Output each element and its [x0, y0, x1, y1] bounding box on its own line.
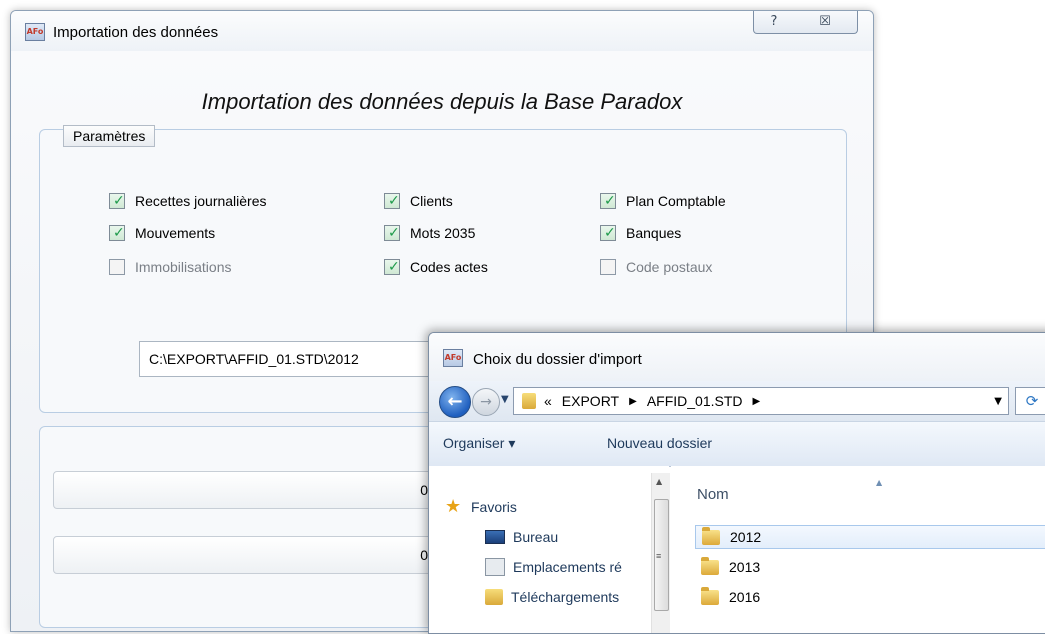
folder-name: 2016 — [729, 589, 761, 605]
command-bar: Organiser ▾ Nouveau dossier — [429, 421, 1045, 467]
close-button[interactable]: ☒ — [793, 11, 858, 34]
scroll-up-icon[interactable]: ▲ — [656, 477, 662, 486]
breadcrumb: « EXPORT ▶ AFFID_01.STD ▶ — [544, 393, 760, 410]
checkbox-label: Banques — [626, 225, 682, 241]
folder-icon — [701, 586, 719, 605]
checkmark-icon: ✓ — [113, 225, 125, 241]
checkmark-icon: ✓ — [388, 259, 400, 275]
nav-item-label: Bureau — [513, 529, 559, 545]
chevron-right-icon[interactable]: ▶ — [753, 393, 761, 410]
help-button[interactable]: ? — [753, 11, 795, 34]
main-titlebar: AFo Importation des données ? ☒ — [11, 11, 873, 51]
checkbox-label: Clients — [410, 193, 453, 209]
list-item[interactable]: 2012 — [695, 525, 1045, 549]
main-window-title: Importation des données — [53, 24, 219, 41]
breadcrumb-overflow[interactable]: « — [544, 393, 552, 410]
checkbox-recettes-journalieres[interactable]: ✓ Recettes journalières — [109, 191, 267, 211]
folder-icon — [522, 393, 536, 409]
nav-item-label: Favoris — [471, 499, 517, 515]
navigation-bar: ← → ▼ « EXPORT ▶ AFFID_01.STD ▶ ▼ ⟳ — [429, 381, 1045, 421]
scroll-grip-icon: ≡ — [656, 551, 662, 561]
address-dropdown-icon[interactable]: ▼ — [994, 396, 1002, 407]
checkbox-banques[interactable]: ✓ Banques — [600, 223, 681, 243]
desktop-icon — [485, 530, 505, 544]
checkbox-label: Codes actes — [410, 259, 488, 275]
app-icon: AFo — [25, 23, 45, 41]
checkbox-label: Code postaux — [626, 259, 713, 275]
new-folder-button[interactable]: Nouveau dossier — [607, 435, 712, 451]
progress-value: 0 — [420, 482, 428, 498]
checkbox-mots-2035[interactable]: ✓ Mots 2035 — [384, 223, 475, 243]
checkbox-plan-comptable[interactable]: ✓ Plan Comptable — [600, 191, 726, 211]
dialog-titlebar: AFo Choix du dossier d'import — [429, 333, 1045, 381]
app-icon: AFo — [443, 349, 463, 367]
check-box[interactable]: ✓ — [109, 193, 125, 209]
recent-places-icon — [485, 558, 505, 576]
progress-value: 0 — [420, 547, 428, 563]
recent-pages-dropdown-icon[interactable]: ▼ — [501, 394, 509, 405]
checkmark-icon: ✓ — [113, 193, 125, 209]
downloads-icon — [485, 589, 503, 605]
breadcrumb-item-export[interactable]: EXPORT — [562, 393, 619, 410]
star-icon: ★ — [445, 496, 462, 517]
checkbox-label: Plan Comptable — [626, 193, 726, 209]
check-box[interactable]: ✓ — [384, 225, 400, 241]
forward-arrow-icon[interactable]: → — [472, 388, 500, 416]
progress-bar: 0 — [53, 536, 433, 574]
dialog-title: Choix du dossier d'import — [473, 351, 642, 368]
nav-item-telechargements[interactable]: Téléchargements — [485, 586, 619, 608]
column-header-nom[interactable]: Nom — [697, 486, 729, 503]
sort-ascending-icon: ▲ — [876, 478, 883, 487]
chevron-right-icon[interactable]: ▶ — [629, 393, 637, 410]
checkbox-immobilisations[interactable]: Immobilisations — [109, 257, 231, 277]
checkmark-icon: ✓ — [388, 193, 400, 209]
check-box[interactable] — [109, 259, 125, 275]
check-box[interactable]: ✓ — [384, 259, 400, 275]
checkmark-icon: ✓ — [604, 225, 616, 241]
check-box[interactable]: ✓ — [600, 225, 616, 241]
refresh-icon[interactable]: ⟳ — [1015, 387, 1045, 415]
check-box[interactable]: ✓ — [384, 193, 400, 209]
checkmark-icon: ✓ — [388, 225, 400, 241]
back-arrow-icon[interactable]: ← — [439, 386, 471, 418]
nav-item-label: Téléchargements — [511, 589, 620, 605]
checkbox-label: Recettes journalières — [135, 193, 267, 209]
checkbox-label: Mouvements — [135, 225, 216, 241]
check-box[interactable]: ✓ — [109, 225, 125, 241]
check-box[interactable]: ✓ — [600, 193, 616, 209]
organiser-button[interactable]: Organiser ▾ — [443, 435, 515, 452]
parameters-legend: Paramètres — [63, 125, 156, 147]
address-bar[interactable]: « EXPORT ▶ AFFID_01.STD ▶ ▼ — [513, 387, 1009, 415]
nav-item-emplacements[interactable]: Emplacements ré — [485, 556, 622, 578]
folder-name: 2013 — [729, 559, 761, 575]
folder-icon — [701, 556, 719, 575]
checkbox-code-postaux[interactable]: Code postaux — [600, 257, 712, 277]
checkmark-icon: ✓ — [604, 193, 616, 209]
checkbox-label: Immobilisations — [135, 259, 232, 275]
import-path-field[interactable]: C:\EXPORT\AFFID_01.STD\2012 — [139, 341, 429, 377]
progress-bar: 0 — [53, 471, 433, 509]
nav-item-bureau[interactable]: Bureau — [485, 526, 558, 548]
checkbox-clients[interactable]: ✓ Clients — [384, 191, 453, 211]
folder-name: 2012 — [730, 529, 762, 545]
nav-item-label: Emplacements ré — [513, 559, 622, 575]
check-box[interactable] — [600, 259, 616, 275]
nav-item-favoris[interactable]: ★ Favoris — [445, 496, 517, 518]
checkbox-codes-actes[interactable]: ✓ Codes actes — [384, 257, 488, 277]
page-heading: Importation des données depuis la Base P… — [201, 89, 683, 114]
list-item[interactable]: 2013 — [695, 555, 1045, 579]
checkbox-mouvements[interactable]: ✓ Mouvements — [109, 223, 215, 243]
folder-icon — [702, 526, 720, 545]
breadcrumb-item-affid[interactable]: AFFID_01.STD — [647, 393, 743, 410]
nav-pane-scrollbar[interactable]: ▲ ≡ — [651, 473, 670, 633]
checkbox-label: Mots 2035 — [410, 225, 476, 241]
folder-dialog: AFo Choix du dossier d'import ← → ▼ « EX… — [428, 332, 1045, 634]
list-item[interactable]: 2016 — [695, 585, 1045, 609]
